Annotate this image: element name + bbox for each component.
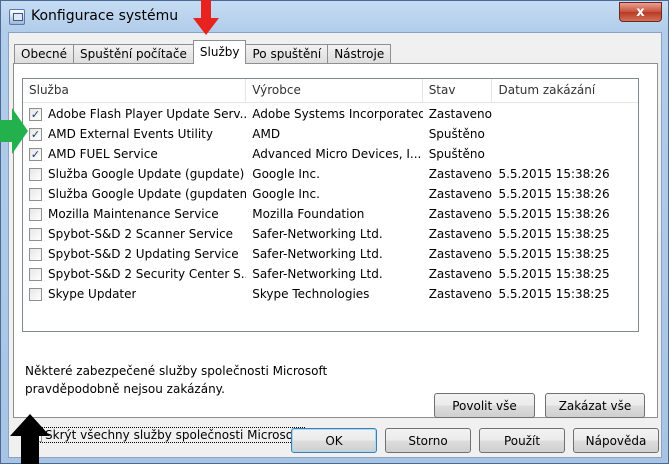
service-checkbox[interactable] [29,287,42,301]
service-checkbox[interactable] [29,227,42,241]
tab-boot[interactable]: Spuštění počítače [73,44,194,64]
table-row[interactable]: Spybot-S&D 2 Scanner Service Safer-Networ… [23,224,638,244]
service-cell: Služba Google Update (gupdate) [23,167,246,181]
service-checkbox[interactable]: ✓ [29,107,42,121]
column-header-date[interactable]: Datum zakázání [492,79,638,102]
service-checkbox[interactable] [29,167,42,181]
vendor-cell: Advanced Micro Devices, I... [252,147,422,161]
table-row[interactable]: ✓ Adobe Flash Player Update Serv... Adobe … [23,104,638,124]
list-header: Služba Výrobce Stav Datum zakázání [23,79,638,103]
service-checkbox[interactable]: ✓ [29,127,42,141]
vendor-cell: Google Inc. [252,187,320,201]
hide-microsoft-services-checkbox[interactable]: ✓ Skrýt všechny služby společnosti Micro… [26,427,305,443]
title-bar[interactable]: Konfigurace systému x [1,1,668,33]
table-row[interactable]: ✓ AMD External Events Utility AMD Spuštěno [23,124,638,144]
status-cell: Spuštěno [428,147,485,161]
system-config-window: Konfigurace systému x Obecné Spuštění po… [0,0,669,464]
date-cell: 5.5.2015 15:38:25 [498,227,610,241]
date-cell: 5.5.2015 15:38:26 [498,207,610,221]
service-name: Skype Updater [48,287,137,301]
table-row[interactable]: Spybot-S&D 2 Security Center S... Safer-N… [23,264,638,284]
service-name: Služba Google Update (gupdatem) [48,187,247,201]
service-name: Služba Google Update (gupdate) [48,167,245,181]
help-button[interactable]: Nápověda [573,428,659,453]
service-name: Spybot-S&D 2 Scanner Service [48,227,234,241]
ok-button[interactable]: OK [291,428,377,453]
service-cell: ✓ Adobe Flash Player Update Serv... [23,107,246,121]
status-cell: Zastaveno [428,247,493,261]
services-panel: Služba Výrobce Stav Datum zakázání ✓ Adob… [13,63,658,443]
vendor-cell: AMD [252,127,281,141]
table-row[interactable]: Skype Updater Skype Technologies Zastaveno… [23,284,638,304]
service-cell: Skype Updater [23,287,246,301]
service-cell: ✓ AMD FUEL Service [23,147,246,161]
date-cell: 5.5.2015 15:38:25 [498,267,610,281]
date-cell: 5.5.2015 15:38:25 [498,287,610,301]
tab-startup[interactable]: Po spuštění [245,44,329,64]
app-icon [9,9,25,25]
services-list[interactable]: Služba Výrobce Stav Datum zakázání ✓ Adob… [22,78,639,332]
service-cell: Služba Google Update (gupdatem) [23,187,246,201]
table-row[interactable]: Spybot-S&D 2 Updating Service Safer-Netwo… [23,244,638,264]
status-cell: Zastaveno [428,227,493,241]
column-header-service[interactable]: Služba [23,79,247,102]
column-header-status[interactable]: Stav [423,79,493,102]
table-row[interactable]: ✓ AMD FUEL Service Advanced Micro Devices,… [23,144,638,164]
tab-tools[interactable]: Nástroje [327,44,392,64]
list-rows: ✓ Adobe Flash Player Update Serv... Adobe … [23,104,638,304]
table-row[interactable]: Služba Google Update (gupdatem) Google In… [23,184,638,204]
service-checkbox[interactable] [29,207,42,221]
cancel-button[interactable]: Storno [385,428,471,453]
table-row[interactable]: Mozilla Maintenance Service Mozilla Found… [23,204,638,224]
status-cell: Zastaveno [428,207,493,221]
service-checkbox[interactable] [29,247,42,261]
status-cell: Zastaveno [428,107,493,121]
black-arrow-up-icon [10,414,50,464]
vendor-cell: Google Inc. [252,167,320,181]
hide-microsoft-label: Skrýt všechny služby společnosti Microso… [45,428,302,442]
table-row[interactable]: Služba Google Update (gupdate) Google Inc… [23,164,638,184]
status-cell: Zastaveno [428,267,493,281]
date-cell: 5.5.2015 15:38:26 [498,167,610,181]
apply-button[interactable]: Použít [479,428,565,453]
status-cell: Zastaveno [428,167,493,181]
service-checkbox[interactable]: ✓ [29,147,42,161]
date-cell: 5.5.2015 15:38:26 [498,187,610,201]
green-arrow-right-icon [0,108,28,154]
service-checkbox[interactable] [29,187,42,201]
vendor-cell: Safer-Networking Ltd. [252,227,383,241]
column-header-vendor[interactable]: Výrobce [246,79,423,102]
window-title: Konfigurace systému [31,8,179,24]
service-name: Spybot-S&D 2 Updating Service [48,247,239,261]
red-arrow-down-icon [193,0,219,35]
vendor-cell: Safer-Networking Ltd. [252,247,383,261]
service-checkbox[interactable] [29,267,42,281]
vendor-cell: Safer-Networking Ltd. [252,267,383,281]
service-cell: Spybot-S&D 2 Updating Service [23,247,246,261]
status-cell: Zastaveno [428,187,493,201]
tab-general[interactable]: Obecné [14,44,75,64]
status-cell: Spuštěno [428,127,485,141]
vendor-cell: Skype Technologies [252,287,370,301]
vendor-cell: Mozilla Foundation [252,207,365,221]
service-cell: ✓ AMD External Events Utility [23,127,246,141]
service-name: AMD External Events Utility [48,127,213,141]
microsoft-services-note: Některé zabezpečené služby společnosti M… [25,364,328,396]
date-cell: 5.5.2015 15:38:25 [498,247,610,261]
service-cell: Spybot-S&D 2 Scanner Service [23,227,246,241]
service-cell: Spybot-S&D 2 Security Center S... [23,267,246,281]
service-cell: Mozilla Maintenance Service [23,207,246,221]
disable-all-button[interactable]: Zakázat vše [545,393,645,418]
enable-all-button[interactable]: Povolit vše [434,393,535,418]
tab-strip: Obecné Spuštění počítače Služby Po spušt… [14,40,392,64]
service-name: Spybot-S&D 2 Security Center S... [48,267,247,281]
service-name: AMD FUEL Service [48,147,158,161]
dialog-client: Obecné Spuštění počítače Služby Po spušt… [8,32,662,458]
close-button[interactable]: x [619,2,662,22]
service-name: Mozilla Maintenance Service [48,207,219,221]
vendor-cell: Adobe Systems Incorporated [252,107,423,121]
status-cell: Zastaveno [428,287,493,301]
service-name: Adobe Flash Player Update Serv... [48,107,247,121]
tab-services[interactable]: Služby [192,40,247,64]
